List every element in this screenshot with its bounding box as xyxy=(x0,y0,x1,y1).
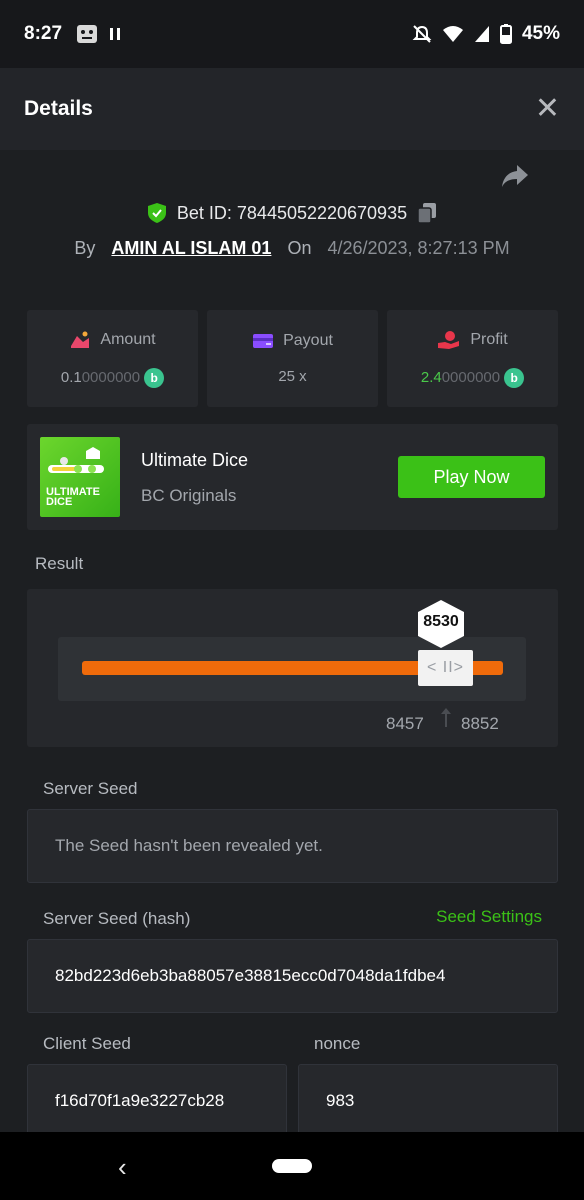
game-provider: BC Originals xyxy=(141,486,237,505)
dice-slider-graphic xyxy=(48,447,104,473)
bet-id: Bet ID: 78445052220670935 xyxy=(176,202,408,223)
profit-label: Profit xyxy=(470,330,508,348)
server-seed-field: The Seed hasn't been revealed yet. xyxy=(27,809,558,883)
bet-id-row: Bet ID: 78445052220670935 xyxy=(0,202,584,224)
client-seed-field[interactable]: f16d70f1a9e3227cb28 xyxy=(27,1064,287,1132)
bcd-coin-icon: b xyxy=(504,367,525,388)
nonce-label: nonce xyxy=(314,1034,361,1053)
profit-value-decimals: 0000000 xyxy=(441,369,501,386)
range-low: 8457 xyxy=(386,714,424,733)
result-label: Result xyxy=(35,554,84,573)
stat-payout: Payout 25 x xyxy=(207,310,378,407)
result-value-bubble: 8530 xyxy=(416,599,466,649)
signal-icon xyxy=(474,26,489,42)
bcd-coin-icon: b xyxy=(144,367,165,388)
game-thumbnail[interactable]: ULTIMATE DICE xyxy=(40,437,120,517)
payout-value: 25 x xyxy=(278,368,307,385)
status-time: 8:27 xyxy=(24,23,63,44)
close-icon[interactable]: ✕ xyxy=(535,94,560,124)
stat-amount: Amount 0.10000000 b xyxy=(27,310,198,407)
server-hash-label: Server Seed (hash) xyxy=(43,909,191,928)
battery-icon xyxy=(499,24,512,44)
client-seed-label: Client Seed xyxy=(43,1034,131,1053)
amount-value-decimals: 0000000 xyxy=(81,369,141,386)
server-seed-label: Server Seed xyxy=(43,779,138,798)
stats-row: Amount 0.10000000 b Payout 25 x Profit 2… xyxy=(27,310,558,407)
seed-settings-link[interactable]: Seed Settings xyxy=(436,907,542,927)
result-value: 8530 xyxy=(423,613,459,630)
play-now-button[interactable]: Play Now xyxy=(398,456,545,498)
on-label: On xyxy=(287,238,312,258)
result-panel: < II> 8530 8457 8852 xyxy=(27,589,558,747)
copy-icon[interactable] xyxy=(417,202,437,224)
game-card: ULTIMATE DICE Ultimate Dice BC Originals … xyxy=(27,424,558,530)
payout-card-icon xyxy=(253,334,274,348)
app-notification-icon xyxy=(77,25,98,43)
range-high: 8852 xyxy=(461,714,499,733)
server-hash-field[interactable]: 82bd223d6eb3ba88057e38815ecc0d7048da1fdb… xyxy=(27,939,558,1013)
thumb-title-2: DICE xyxy=(46,496,73,508)
share-icon[interactable] xyxy=(500,162,530,190)
battery-percent: 45% xyxy=(521,23,560,44)
profit-hand-icon xyxy=(438,330,460,349)
game-name: Ultimate Dice xyxy=(141,450,249,470)
result-slider-handle: < II> xyxy=(418,650,473,686)
back-icon[interactable]: ‹ xyxy=(118,1152,127,1183)
status-bar: 8:27 45% xyxy=(0,0,584,68)
payout-label: Payout xyxy=(283,332,333,349)
wifi-icon xyxy=(442,26,463,42)
system-nav-bar: ‹ xyxy=(0,1132,584,1200)
range-arrow-icon xyxy=(441,708,451,727)
verified-shield-icon xyxy=(147,203,166,223)
by-label: By xyxy=(74,238,96,258)
user-link[interactable]: AMIN AL ISLAM 01 xyxy=(111,238,271,259)
profit-value: 2.4 xyxy=(420,369,442,386)
page-title: Details xyxy=(24,97,93,120)
home-pill[interactable] xyxy=(272,1159,312,1173)
bet-date: 4/26/2023, 8:27:13 PM xyxy=(327,238,510,258)
bet-byline: By AMIN AL ISLAM 01 On 4/26/2023, 8:27:1… xyxy=(0,238,584,259)
details-header: Details ✕ xyxy=(0,68,584,150)
amount-label: Amount xyxy=(100,330,156,348)
mute-bell-icon xyxy=(412,25,432,43)
amount-value: 0.1 xyxy=(60,369,82,386)
details-content: Bet ID: 78445052220670935 By AMIN AL ISL… xyxy=(0,150,584,1132)
amount-icon xyxy=(71,331,90,348)
stat-profit: Profit 2.40000000 b xyxy=(387,310,558,407)
pause-icon xyxy=(110,28,121,40)
nonce-field[interactable]: 983 xyxy=(298,1064,558,1132)
